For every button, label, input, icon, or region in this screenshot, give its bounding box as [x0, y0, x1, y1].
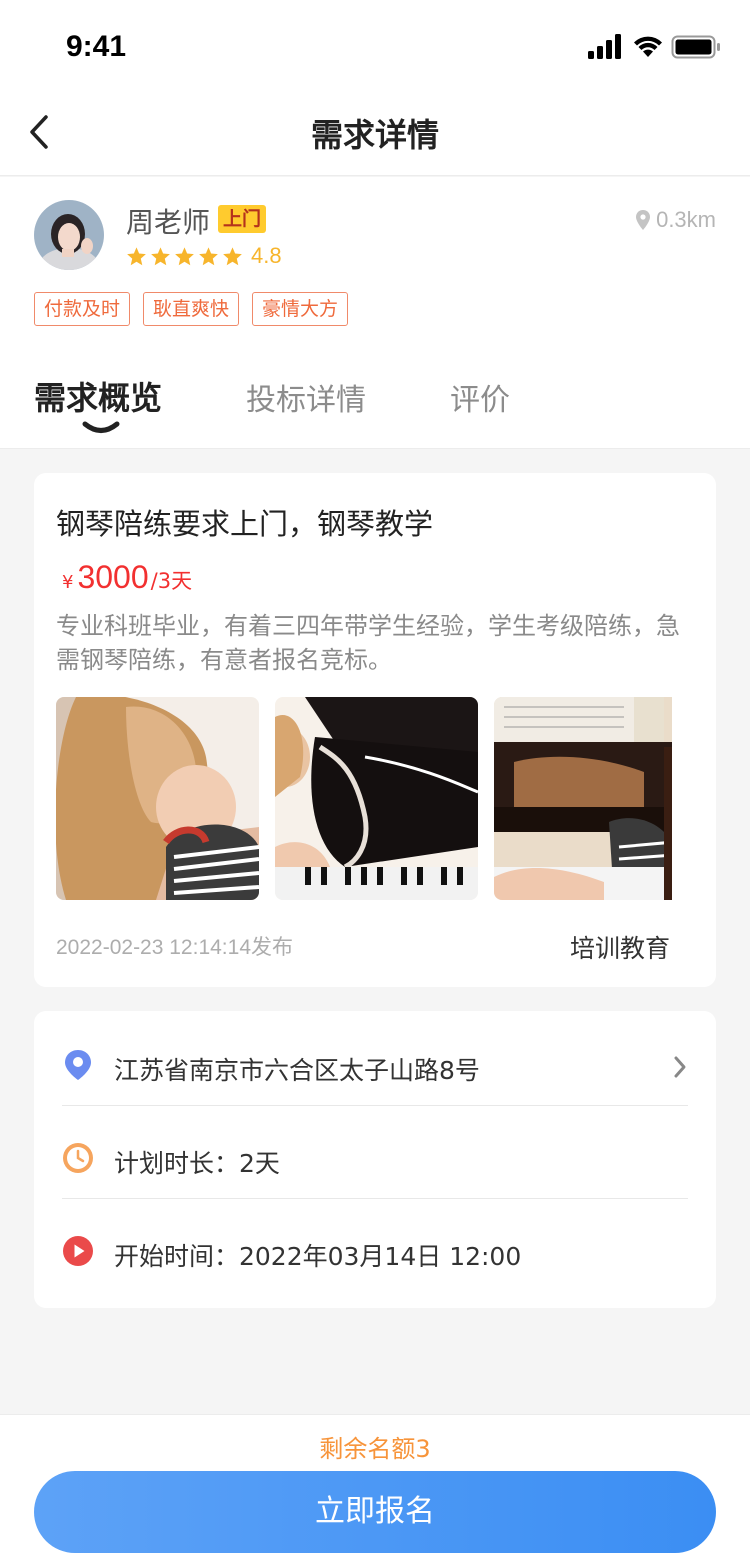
status-time: 9:41: [66, 30, 127, 63]
location-pin-icon: [636, 210, 651, 230]
home-visit-badge: 上门: [218, 205, 267, 233]
star-icon: [127, 246, 146, 265]
category: 培训教育: [569, 934, 670, 963]
nav-bar: 需求详情: [0, 88, 750, 176]
photo-piano-keys[interactable]: [494, 697, 672, 900]
divider: [62, 1198, 688, 1199]
duration-row: 计划时长：2天: [34, 1112, 716, 1205]
page-title: 需求详情: [310, 116, 439, 154]
photo-girl-long-hair[interactable]: [56, 697, 259, 900]
info-card: 江苏省南京市六合区太子山路8号 计划时长：2天 开始时间：2022年03月14日…: [34, 1011, 716, 1308]
star-rating: [126, 246, 246, 267]
teacher-profile: 周老师 上门 4.8 0.3km 付款及时 耿直爽快 豪情大方 需求概览 投标详…: [0, 177, 750, 449]
remaining-quota: 剩余名额3: [319, 1435, 431, 1463]
request-card: 钢琴陪练要求上门，钢琴教学 ¥ 3000 /3天 专业科班毕业，有着三四年带学生…: [34, 473, 716, 987]
tab-bid-details[interactable]: 投标详情: [246, 375, 366, 419]
start-time-text: 开始时间：2022年03月14日 12:00: [114, 1242, 522, 1271]
tag: 付款及时: [34, 292, 131, 326]
location-pin-icon: [65, 1050, 91, 1080]
request-description: 专业科班毕业，有着三四年带学生经验，学生考级陪练，急需钢琴陪练，有意者报名竞标。: [56, 612, 680, 674]
tag-list: 付款及时 耿直爽快 豪情大方: [34, 292, 361, 326]
address-text: 江苏省南京市六合区太子山路8号: [114, 1056, 480, 1085]
battery-icon: [671, 35, 720, 59]
avatar[interactable]: [34, 200, 104, 270]
signal-icon: [588, 34, 621, 59]
publish-time: 2022-02-23 12:14:14发布: [56, 936, 293, 959]
tab-reviews[interactable]: 评价: [450, 375, 510, 419]
rating: 4.8: [126, 241, 282, 271]
clock-icon: [63, 1143, 93, 1173]
price-symbol: ¥: [62, 572, 74, 593]
star-icon: [151, 246, 170, 265]
teacher-name: 周老师: [126, 206, 211, 239]
star-icon: [199, 246, 218, 265]
start-time-row: 开始时间：2022年03月14日 12:00: [34, 1205, 716, 1298]
address-row[interactable]: 江苏省南京市六合区太子山路8号: [34, 1019, 716, 1112]
price-unit: /3天: [150, 569, 193, 593]
duration-text: 计划时长：2天: [114, 1149, 280, 1178]
status-bar: 9:41: [0, 0, 750, 88]
wifi-icon: [634, 36, 662, 57]
star-icon: [223, 246, 242, 265]
status-icons: [588, 34, 720, 60]
tab-bar: 需求概览 投标详情 评价: [0, 373, 750, 449]
tag: 豪情大方: [252, 292, 349, 326]
rating-value: 4.8: [251, 243, 282, 268]
distance: 0.3km: [636, 207, 716, 233]
signup-button[interactable]: 立即报名: [34, 1471, 716, 1553]
star-icon: [175, 246, 194, 265]
photo-grand-piano[interactable]: [275, 697, 478, 900]
tab-overview[interactable]: 需求概览: [34, 373, 162, 419]
photo-gallery: [56, 697, 672, 900]
play-icon: [63, 1236, 93, 1266]
divider: [62, 1105, 688, 1106]
price: ¥ 3000 /3天: [62, 559, 192, 596]
tag: 耿直爽快: [143, 292, 240, 326]
request-title: 钢琴陪练要求上门，钢琴教学: [56, 507, 434, 541]
chevron-right-icon: [674, 1056, 686, 1078]
bottom-bar: 剩余名额3 立即报名: [0, 1414, 750, 1556]
distance-value: 0.3km: [656, 207, 716, 232]
price-value: 3000: [77, 559, 149, 595]
active-tab-indicator: [82, 421, 120, 433]
